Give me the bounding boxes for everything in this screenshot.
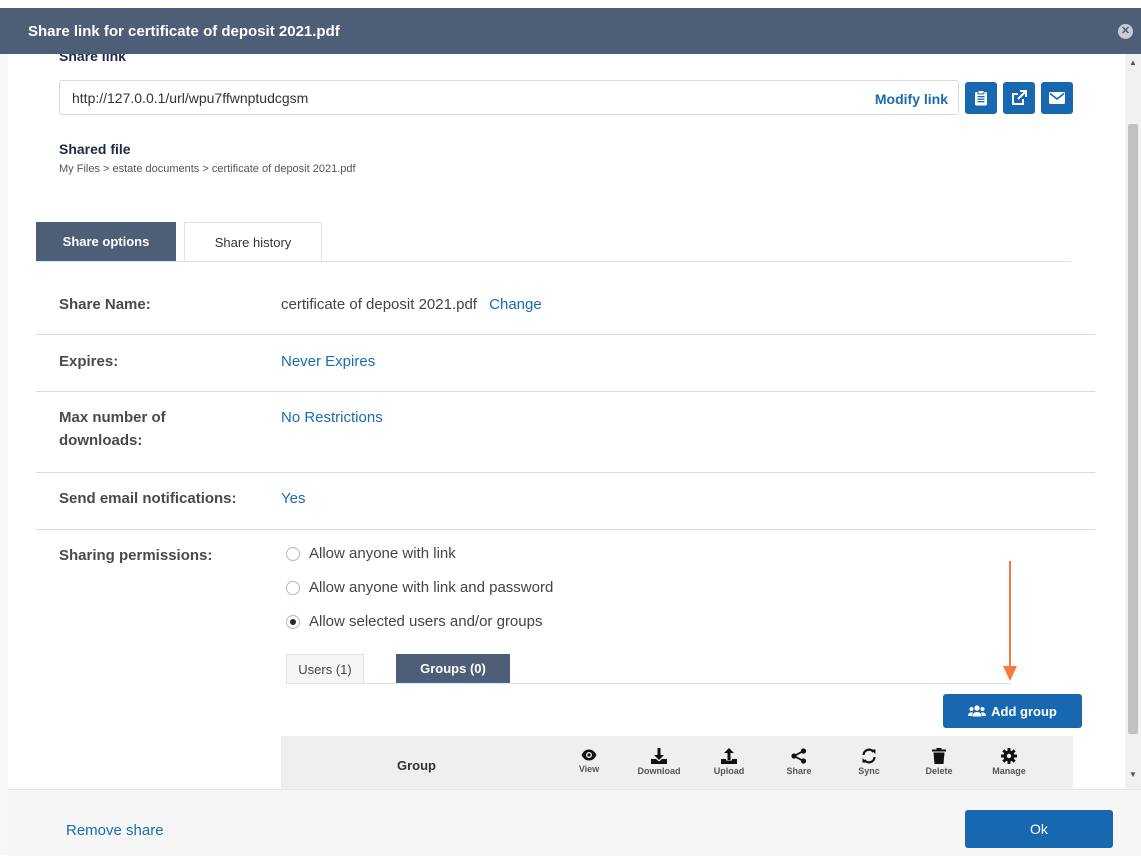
permission-anyone-label: Allow anyone with link <box>309 545 456 562</box>
view-label: View <box>578 764 600 774</box>
delete-column-header: Delete <box>909 748 969 776</box>
dialog-title-bar: Share link for certificate of deposit 20… <box>0 8 1141 54</box>
divider <box>36 472 1095 473</box>
share-name-label: Share Name: <box>59 296 151 313</box>
delete-label: Delete <box>925 766 953 776</box>
eye-icon <box>581 749 597 761</box>
permission-anyone-option[interactable]: Allow anyone with link <box>286 545 456 562</box>
expires-label: Expires: <box>59 353 119 370</box>
tab-groups[interactable]: Groups (0) <box>396 654 510 684</box>
share-name-row: certificate of deposit 2021.pdf Change <box>281 294 542 315</box>
sync-icon <box>862 748 876 764</box>
shared-file-breadcrumb: My Files > estate documents > certificat… <box>59 163 356 175</box>
permission-selected-label: Allow selected users and/or groups <box>309 613 543 630</box>
divider <box>36 529 1095 530</box>
dialog-title: Share link for certificate of deposit 20… <box>28 23 340 40</box>
dialog-footer: Remove share Ok <box>8 789 1141 856</box>
trash-icon <box>932 748 946 764</box>
download-icon <box>651 748 667 764</box>
email-link-button[interactable] <box>1041 82 1073 114</box>
permission-password-label: Allow anyone with link and password <box>309 579 554 596</box>
share-column-header: Share <box>769 748 829 776</box>
upload-label: Upload <box>713 766 745 776</box>
radio-button[interactable] <box>286 580 300 595</box>
radio-button-selected[interactable] <box>286 614 300 629</box>
email-notifications-value[interactable]: Yes <box>281 488 305 509</box>
vertical-scrollbar[interactable]: ▲ ▼ <box>1125 54 1141 789</box>
permission-selected-option[interactable]: Allow selected users and/or groups <box>286 613 542 630</box>
tabs-divider <box>36 261 1071 262</box>
users-icon <box>968 705 987 717</box>
close-icon[interactable]: ✕ <box>1118 24 1133 39</box>
add-group-button[interactable]: Add group <box>943 694 1082 728</box>
expires-value[interactable]: Never Expires <box>281 351 375 372</box>
tab-users[interactable]: Users (1) <box>286 654 364 683</box>
scrollbar-thumb[interactable] <box>1128 124 1138 734</box>
gear-icon <box>1001 748 1017 764</box>
download-column-header: Download <box>629 748 689 776</box>
sync-label: Sync <box>858 766 880 776</box>
envelope-icon <box>1049 92 1065 104</box>
annotation-arrow-head <box>1003 666 1017 681</box>
shared-file-heading: Shared file <box>59 141 131 157</box>
share-link-url: http://127.0.0.1/url/wpu7ffwnptudcgsm <box>72 90 309 106</box>
max-downloads-value[interactable]: No Restrictions <box>281 407 383 428</box>
upload-column-header: Upload <box>699 748 759 776</box>
download-label: Download <box>637 766 681 776</box>
divider <box>36 334 1095 335</box>
copy-clipboard-button[interactable] <box>965 82 997 114</box>
manage-label: Manage <box>992 766 1026 776</box>
max-downloads-label: Max number of downloads: <box>59 407 166 451</box>
upload-icon <box>721 748 737 764</box>
sync-column-header: Sync <box>839 748 899 776</box>
divider <box>36 391 1095 392</box>
share-link-heading: Share link <box>59 54 126 64</box>
group-column-header: Group <box>397 758 436 773</box>
sharing-permissions-label: Sharing permissions: <box>59 547 213 564</box>
tab-share-history[interactable]: Share history <box>184 222 322 261</box>
share-name-value: certificate of deposit 2021.pdf <box>281 296 477 313</box>
radio-button[interactable] <box>286 546 300 561</box>
dialog-content: Share link http://127.0.0.1/url/wpu7ffwn… <box>8 54 1125 789</box>
ok-button[interactable]: Ok <box>965 810 1113 848</box>
view-column-header: View <box>559 748 619 774</box>
max-downloads-label-line1: Max number of <box>59 409 166 426</box>
groups-table-header: Group View Download Upload Share Sync De… <box>281 736 1073 789</box>
subtabs-divider <box>286 683 1011 684</box>
annotation-arrow <box>1009 561 1011 671</box>
permission-password-option[interactable]: Allow anyone with link and password <box>286 579 553 596</box>
tab-share-options[interactable]: Share options <box>36 222 176 262</box>
share-link-field[interactable]: http://127.0.0.1/url/wpu7ffwnptudcgsm Mo… <box>59 80 959 115</box>
share-label: Share <box>786 766 812 776</box>
manage-column-header: Manage <box>979 748 1039 776</box>
change-name-link[interactable]: Change <box>489 296 542 313</box>
left-edge <box>0 54 8 855</box>
remove-share-link[interactable]: Remove share <box>66 822 164 839</box>
email-notifications-label: Send email notifications: <box>59 490 237 507</box>
scroll-down-icon[interactable]: ▼ <box>1129 770 1137 779</box>
scroll-up-icon[interactable]: ▲ <box>1129 58 1137 67</box>
add-group-label: Add group <box>991 703 1057 719</box>
external-link-icon <box>1012 90 1027 105</box>
share-icon <box>791 748 807 764</box>
modify-link-button[interactable]: Modify link <box>875 91 948 107</box>
open-link-button[interactable] <box>1003 82 1035 114</box>
clipboard-icon <box>975 90 987 106</box>
max-downloads-label-line2: downloads: <box>59 432 143 449</box>
